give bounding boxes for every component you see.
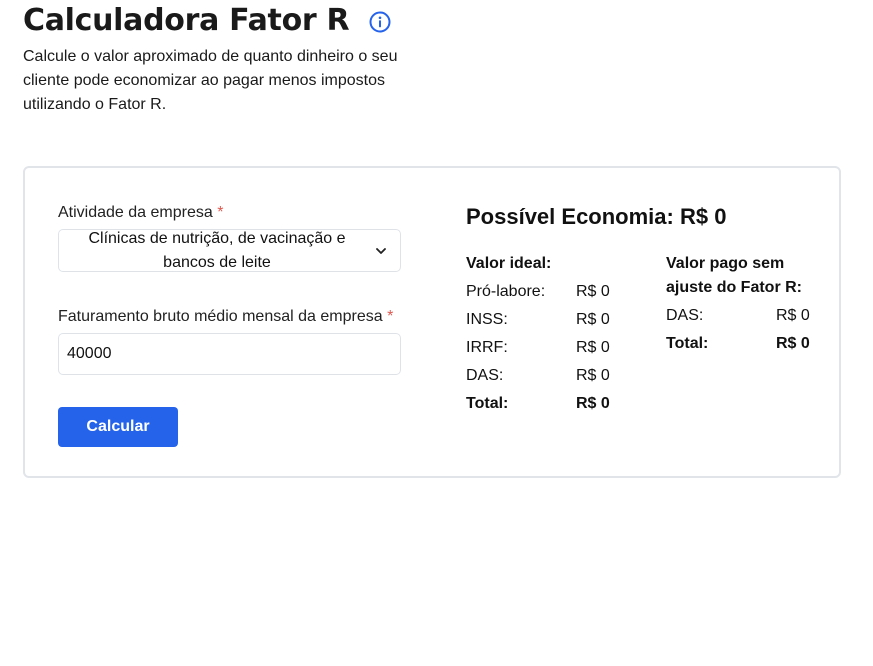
result-label: DAS: <box>466 367 504 384</box>
required-mark: * <box>217 204 224 221</box>
activity-select[interactable]: Clínicas de nutrição, de vacinação e ban… <box>58 229 401 272</box>
page-header: Calculadora Fator R <box>23 2 391 40</box>
activity-label: Atividade da empresa * <box>58 203 223 223</box>
result-row: IRRF: R$ 0 <box>466 334 626 362</box>
calculator-card: Atividade da empresa * Clínicas de nutri… <box>23 166 841 478</box>
activity-select-value: Clínicas de nutrição, de vacinação e ban… <box>88 230 346 271</box>
ideal-heading: Valor ideal: <box>466 255 552 272</box>
result-label: Pró-labore: <box>466 283 546 300</box>
result-label: DAS: <box>666 307 704 324</box>
page-description: Calcule o valor aproximado de quanto din… <box>23 48 398 113</box>
without-adjustment-heading: Valor pago sem ajuste do Fator R: <box>666 255 803 296</box>
result-row: DAS: R$ 0 <box>666 302 826 330</box>
without-adjustment-column: Valor pago sem ajuste do Fator R: DAS: R… <box>666 252 826 358</box>
activity-label-text: Atividade da empresa <box>58 204 213 221</box>
revenue-label: Faturamento bruto médio mensal da empres… <box>58 307 393 327</box>
result-value: R$ 0 <box>576 283 610 300</box>
total-row: Total: R$ 0 <box>666 330 826 358</box>
revenue-input[interactable] <box>58 333 401 375</box>
total-row: Total: R$ 0 <box>466 390 626 418</box>
result-label: INSS: <box>466 311 508 328</box>
calculate-button[interactable]: Calcular <box>58 407 178 447</box>
ideal-value-column: Valor ideal: Pró-labore: R$ 0 INSS: R$ 0… <box>466 252 626 418</box>
info-icon[interactable] <box>369 11 391 33</box>
result-row: Pró-labore: R$ 0 <box>466 278 626 306</box>
total-label: Total: <box>666 335 709 352</box>
economy-title: Possível Economia: R$ 0 <box>466 204 727 229</box>
result-row: INSS: R$ 0 <box>466 306 626 334</box>
page-title: Calculadora Fator R <box>23 3 350 38</box>
revenue-label-text: Faturamento bruto médio mensal da empres… <box>58 308 383 325</box>
result-value: R$ 0 <box>576 311 610 328</box>
result-value: R$ 0 <box>576 339 610 356</box>
result-row: DAS: R$ 0 <box>466 362 626 390</box>
total-value: R$ 0 <box>576 395 610 412</box>
total-label: Total: <box>466 395 509 412</box>
result-label: IRRF: <box>466 339 508 356</box>
result-value: R$ 0 <box>776 307 810 324</box>
result-value: R$ 0 <box>576 367 610 384</box>
required-mark: * <box>387 308 394 325</box>
total-value: R$ 0 <box>776 335 810 352</box>
chevron-down-icon <box>374 244 388 258</box>
